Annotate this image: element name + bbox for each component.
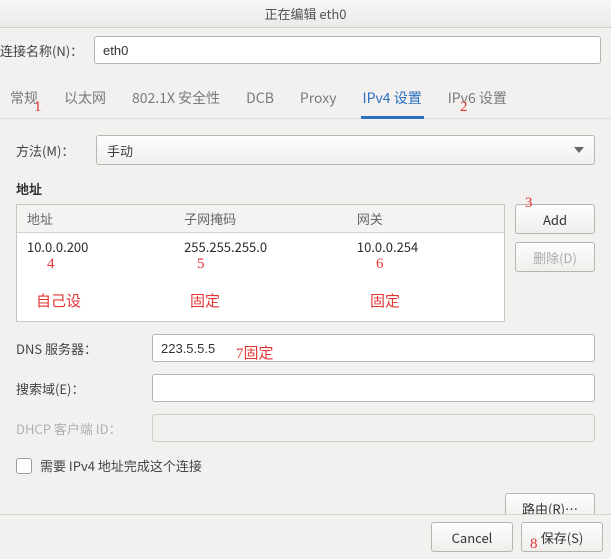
cell-address[interactable]: 10.0.0.200 bbox=[17, 233, 174, 260]
delete-button[interactable]: 删除(D) bbox=[515, 242, 595, 272]
col-netmask: 子网掩码 bbox=[174, 205, 347, 232]
connection-name-input[interactable] bbox=[94, 36, 601, 64]
cancel-button[interactable]: Cancel bbox=[431, 522, 513, 552]
dns-input[interactable] bbox=[152, 334, 595, 362]
method-value: 手动 bbox=[107, 141, 133, 160]
cell-netmask[interactable]: 255.255.255.0 bbox=[174, 233, 347, 260]
addresses-table[interactable]: 地址 子网掩码 网关 10.0.0.200 255.255.255.0 10.0… bbox=[16, 204, 505, 322]
addresses-section-label: 地址 bbox=[16, 179, 595, 198]
tab-ethernet[interactable]: 以太网 bbox=[64, 82, 106, 118]
dialog-footer: Cancel 保存(S) bbox=[0, 515, 611, 559]
tab-dcb[interactable]: DCB bbox=[246, 82, 274, 118]
tab-ipv4[interactable]: IPv4 设置 bbox=[363, 82, 422, 118]
method-label: 方法(M)： bbox=[16, 141, 86, 160]
ipv4-panel: 方法(M)： 手动 地址 地址 子网掩码 网关 10.0.0.200 255.2… bbox=[0, 119, 611, 533]
require-ipv4-checkbox[interactable] bbox=[16, 458, 32, 474]
tabs-bar: 常规 以太网 802.1X 安全性 DCB Proxy IPv4 设置 IPv6… bbox=[0, 72, 611, 119]
tab-ipv6[interactable]: IPv6 设置 bbox=[448, 82, 507, 118]
connection-name-label: 连接名称(N)： bbox=[0, 41, 84, 60]
search-domain-label: 搜索域(E)： bbox=[16, 379, 142, 398]
dhcp-client-id-label: DHCP 客户端 ID： bbox=[16, 419, 142, 438]
dns-label: DNS 服务器： bbox=[16, 339, 142, 358]
tab-8021x-security[interactable]: 802.1X 安全性 bbox=[132, 82, 220, 118]
table-row[interactable]: 10.0.0.200 255.255.255.0 10.0.0.254 bbox=[17, 233, 504, 260]
dhcp-client-id-input bbox=[152, 414, 595, 442]
search-domain-input[interactable] bbox=[152, 374, 595, 402]
col-address: 地址 bbox=[17, 205, 174, 232]
method-row: 方法(M)： 手动 bbox=[16, 135, 595, 165]
window-title: 正在编辑 eth0 bbox=[0, 0, 611, 28]
method-combobox[interactable]: 手动 bbox=[96, 135, 595, 165]
save-button[interactable]: 保存(S) bbox=[521, 522, 603, 552]
add-button[interactable]: Add bbox=[515, 204, 595, 234]
connection-name-row: 连接名称(N)： bbox=[0, 28, 611, 72]
tab-proxy[interactable]: Proxy bbox=[300, 82, 337, 118]
table-header: 地址 子网掩码 网关 bbox=[17, 205, 504, 233]
col-gateway: 网关 bbox=[347, 205, 504, 232]
require-ipv4-label: 需要 IPv4 地址完成这个连接 bbox=[40, 456, 202, 475]
tab-general[interactable]: 常规 bbox=[10, 82, 38, 118]
cell-gateway[interactable]: 10.0.0.254 bbox=[347, 233, 504, 260]
chevron-down-icon bbox=[574, 147, 584, 153]
